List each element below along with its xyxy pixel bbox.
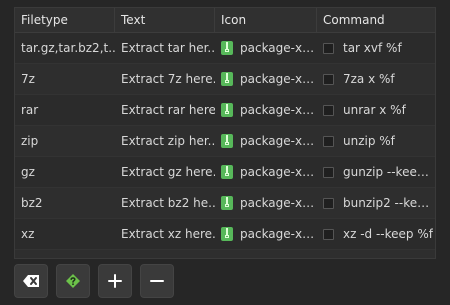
table-row[interactable]: * Compress to t... package-x-... tar cvz… xyxy=(15,250,435,259)
command-checkbox[interactable] xyxy=(323,42,334,54)
cell-filetype[interactable]: xz xyxy=(15,219,115,249)
cell-command[interactable]: gunzip --keep... xyxy=(317,157,435,187)
cell-filetype[interactable]: 7z xyxy=(15,64,115,94)
package-icon xyxy=(221,258,233,259)
command-checkbox[interactable] xyxy=(323,197,334,209)
cell-text[interactable]: Extract gz here... xyxy=(115,157,215,187)
column-header-text[interactable]: Text xyxy=(115,8,215,32)
remove-icon xyxy=(150,280,164,282)
cell-filetype[interactable]: zip xyxy=(15,126,115,156)
help-icon xyxy=(66,274,80,288)
command-checkbox[interactable] xyxy=(323,73,334,85)
add-button[interactable] xyxy=(98,264,132,298)
cell-command[interactable]: 7za x %f xyxy=(317,64,435,94)
add-icon xyxy=(108,274,122,288)
command-text: unzip %f xyxy=(343,134,395,148)
icon-name: package-x-... xyxy=(240,134,317,148)
table-body: tar.gz,tar.bz2,t... Extract tar her... p… xyxy=(15,33,435,259)
command-checkbox[interactable] xyxy=(323,228,334,240)
icon-name: package-x-... xyxy=(240,165,317,179)
command-text: unrar x %f xyxy=(343,103,406,117)
cell-filetype[interactable]: gz xyxy=(15,157,115,187)
command-checkbox[interactable] xyxy=(323,135,334,147)
command-checkbox[interactable] xyxy=(323,104,334,116)
cell-icon[interactable]: package-x-... xyxy=(215,126,317,156)
table-row[interactable]: zip Extract zip her... package-x-... unz… xyxy=(15,126,435,157)
cell-filetype[interactable]: bz2 xyxy=(15,188,115,218)
package-icon xyxy=(221,134,233,148)
package-icon xyxy=(221,41,233,55)
backspace-icon xyxy=(23,275,39,287)
column-header-filetype[interactable]: Filetype xyxy=(15,8,115,32)
table-row[interactable]: xz Extract xz here... package-x-... xz -… xyxy=(15,219,435,250)
cell-icon[interactable]: package-x-... xyxy=(215,95,317,125)
command-checkbox[interactable] xyxy=(323,166,334,178)
cell-filetype[interactable]: * xyxy=(15,250,115,258)
table-row[interactable]: rar Extract rar here... package-x-... un… xyxy=(15,95,435,126)
cell-text[interactable]: Extract 7z here... xyxy=(115,64,215,94)
column-header-icon[interactable]: Icon xyxy=(215,8,317,32)
cell-text[interactable]: Extract rar here... xyxy=(115,95,215,125)
help-button[interactable] xyxy=(56,264,90,298)
package-icon xyxy=(221,103,233,117)
cell-command[interactable]: unrar x %f xyxy=(317,95,435,125)
command-text: xz -d --keep %f xyxy=(343,227,433,241)
cell-command[interactable]: tar xvf %f xyxy=(317,33,435,63)
cell-text[interactable]: Compress to t... xyxy=(115,250,215,258)
toolbar xyxy=(14,264,174,298)
icon-name: package-x-... xyxy=(240,41,317,55)
table-row[interactable]: 7z Extract 7z here... package-x-... 7za … xyxy=(15,64,435,95)
table-row[interactable]: gz Extract gz here... package-x-... gunz… xyxy=(15,157,435,188)
cell-command[interactable]: xz -d --keep %f xyxy=(317,219,435,249)
cell-icon[interactable]: package-x-... xyxy=(215,64,317,94)
command-text: gunzip --keep... xyxy=(343,165,435,179)
table-header: Filetype Text Icon Command xyxy=(15,8,435,33)
cell-command[interactable]: unzip %f xyxy=(317,126,435,156)
package-icon xyxy=(221,72,233,86)
command-text: bunzip2 --kee... xyxy=(343,196,435,210)
cell-icon[interactable]: package-x-... xyxy=(215,188,317,218)
cell-text[interactable]: Extract bz2 he... xyxy=(115,188,215,218)
cell-icon[interactable]: package-x-... xyxy=(215,33,317,63)
cell-text[interactable]: Extract zip her... xyxy=(115,126,215,156)
column-header-command[interactable]: Command xyxy=(317,8,435,32)
package-icon xyxy=(221,165,233,179)
command-text: 7za x %f xyxy=(343,72,395,86)
cell-text[interactable]: Extract tar her... xyxy=(115,33,215,63)
filetype-actions-table: Filetype Text Icon Command tar.gz,tar.bz… xyxy=(14,7,436,259)
icon-name: package-x-... xyxy=(240,196,317,210)
cell-command[interactable]: tar cvzf %n.t... xyxy=(317,250,435,258)
package-icon xyxy=(221,227,233,241)
cell-filetype[interactable]: rar xyxy=(15,95,115,125)
table-row[interactable]: tar.gz,tar.bz2,t... Extract tar her... p… xyxy=(15,33,435,64)
window: Filetype Text Icon Command tar.gz,tar.bz… xyxy=(0,0,450,305)
command-text: tar xvf %f xyxy=(343,41,402,55)
cell-text[interactable]: Extract xz here... xyxy=(115,219,215,249)
cell-command[interactable]: bunzip2 --kee... xyxy=(317,188,435,218)
remove-button[interactable] xyxy=(140,264,174,298)
cell-icon[interactable]: package-x-... xyxy=(215,250,317,259)
icon-name: package-x-... xyxy=(240,250,317,258)
command-text: tar cvzf %n.t... xyxy=(343,250,431,258)
icon-name: package-x-... xyxy=(240,227,317,241)
package-icon xyxy=(221,196,233,210)
cell-filetype[interactable]: tar.gz,tar.bz2,t... xyxy=(15,33,115,63)
icon-name: package-x-... xyxy=(240,72,317,86)
table-row[interactable]: bz2 Extract bz2 he... package-x-... bunz… xyxy=(15,188,435,219)
cell-icon[interactable]: package-x-... xyxy=(215,219,317,249)
icon-name: package-x-... xyxy=(240,103,317,117)
clear-button[interactable] xyxy=(14,264,48,298)
cell-icon[interactable]: package-x-... xyxy=(215,157,317,187)
